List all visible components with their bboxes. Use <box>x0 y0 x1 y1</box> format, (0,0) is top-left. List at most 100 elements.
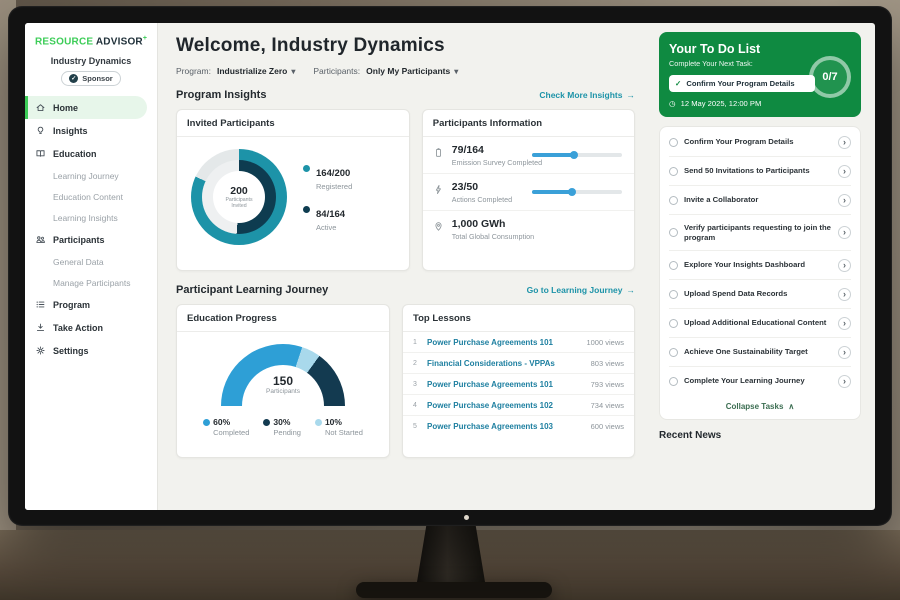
list-icon <box>35 299 46 310</box>
program-filter-label: Program: <box>176 66 211 76</box>
sidebar-item-home[interactable]: Home <box>25 96 147 119</box>
task-checkbox[interactable] <box>669 377 678 386</box>
participants-information-card: Participants Information 79/164 Emission… <box>422 109 635 271</box>
legend-dot-registered <box>303 165 310 172</box>
sidebar-item-take-action[interactable]: Take Action <box>25 316 157 339</box>
recent-news-title: Recent News <box>659 430 861 441</box>
lesson-link[interactable]: Financial Considerations - VPPAs <box>427 359 583 368</box>
stat-row: 1,000 GWh Total Global Consumption <box>423 211 634 247</box>
chevron-right-icon[interactable]: › <box>838 317 851 330</box>
donut-legend: 164/200 Registered 84/164 Active <box>303 163 352 232</box>
task-checkbox[interactable] <box>669 348 678 357</box>
task-item[interactable]: Explore Your Insights Dashboard › <box>669 251 851 280</box>
monitor-stand-base <box>356 582 552 598</box>
sidebar-item-education[interactable]: Education <box>25 142 157 165</box>
book-icon <box>35 148 46 159</box>
arrow-right-icon: → <box>627 90 636 100</box>
monitor-bezel: RESOURCE ADVISOR+ Industry Dynamics ✓ Sp… <box>8 6 892 526</box>
task-item[interactable]: Send 50 Invitations to Participants › <box>669 157 851 186</box>
legend-dot-pending <box>263 419 270 426</box>
app-logo: RESOURCE ADVISOR+ <box>25 33 157 49</box>
home-icon <box>35 102 46 113</box>
chevron-right-icon[interactable]: › <box>838 165 851 178</box>
caret-up-icon: ∧ <box>788 402 794 411</box>
lesson-link[interactable]: Power Purchase Agreements 103 <box>427 422 583 431</box>
program-insights-header: Program Insights Check More Insights → <box>176 89 635 101</box>
education-progress-gauge: 150 Participants <box>221 344 345 408</box>
task-item[interactable]: Upload Spend Data Records › <box>669 280 851 309</box>
lightning-icon <box>433 183 444 196</box>
task-checkbox[interactable] <box>669 290 678 299</box>
chevron-right-icon[interactable]: › <box>838 259 851 272</box>
legend-item: 30% Pending <box>263 417 301 437</box>
arrow-right-icon: → <box>627 285 636 295</box>
task-item[interactable]: Confirm Your Program Details › <box>669 128 851 157</box>
insights-cards-row: Invited Participants 200 Participants In… <box>176 109 635 271</box>
chevron-right-icon[interactable]: › <box>838 288 851 301</box>
chevron-down-icon: ▾ <box>454 67 458 76</box>
sponsor-badge-label: Sponsor <box>82 74 112 83</box>
lesson-link[interactable]: Power Purchase Agreements 101 <box>427 380 583 389</box>
task-checkbox[interactable] <box>669 319 678 328</box>
sidebar-item-learning-insights[interactable]: Learning Insights <box>25 207 157 228</box>
top-lessons-card: Top Lessons 1 Power Purchase Agreements … <box>402 304 635 458</box>
task-checkbox[interactable] <box>669 228 678 237</box>
todo-panel: Your To Do List Complete Your Next Task:… <box>649 23 875 510</box>
chevron-right-icon[interactable]: › <box>838 194 851 207</box>
participants-select[interactable]: Only My Participants ▾ <box>366 66 458 76</box>
gauge-legend: 60% Completed 30% Pending 10% Not Starte… <box>177 417 389 437</box>
lesson-link[interactable]: Power Purchase Agreements 101 <box>427 338 578 347</box>
sidebar-item-manage-participants[interactable]: Manage Participants <box>25 272 157 293</box>
sidebar-item-education-content[interactable]: Education Content <box>25 186 157 207</box>
chevron-down-icon: ▾ <box>291 67 295 76</box>
chevron-right-icon[interactable]: › <box>838 375 851 388</box>
section-title: Participant Learning Journey <box>176 284 328 296</box>
task-item[interactable]: Achieve One Sustainability Target › <box>669 338 851 367</box>
task-item[interactable]: Complete Your Learning Journey › <box>669 367 851 395</box>
collapse-tasks-button[interactable]: Collapse Tasks ∧ <box>669 395 851 418</box>
task-checkbox[interactable] <box>669 196 678 205</box>
chevron-right-icon[interactable]: › <box>838 136 851 149</box>
sidebar-item-insights[interactable]: Insights <box>25 119 157 142</box>
learning-cards-row: Education Progress 150 Participants 60% … <box>176 304 635 458</box>
task-checkbox[interactable] <box>669 138 678 147</box>
legend-item: 10% Not Started <box>315 417 363 437</box>
go-to-learning-journey-link[interactable]: Go to Learning Journey → <box>527 285 635 295</box>
sidebar: RESOURCE ADVISOR+ Industry Dynamics ✓ Sp… <box>25 23 158 510</box>
donut-center-value: 200 <box>230 185 248 197</box>
lesson-link[interactable]: Power Purchase Agreements 102 <box>427 401 583 410</box>
sidebar-item-program[interactable]: Program <box>25 293 157 316</box>
filters-row: Program: Industrialize Zero ▾ Participan… <box>176 66 635 76</box>
lesson-row: 2 Financial Considerations - VPPAs 803 v… <box>403 353 634 374</box>
invited-participants-donut-chart: 200 Participants Invited <box>191 149 287 245</box>
lesson-row: 4 Power Purchase Agreements 102 734 view… <box>403 395 634 416</box>
legend-item: 164/200 Registered <box>303 163 352 191</box>
donut-inner-ring: 200 Participants Invited <box>202 160 276 234</box>
next-task-pill[interactable]: ✓ Confirm Your Program Details <box>669 75 815 92</box>
action-icon <box>35 322 46 333</box>
task-list-card: Confirm Your Program Details › Send 50 I… <box>659 126 861 420</box>
lightbulb-icon <box>35 125 46 136</box>
task-checkbox[interactable] <box>669 261 678 270</box>
task-item[interactable]: Upload Additional Educational Content › <box>669 309 851 338</box>
sidebar-item-settings[interactable]: Settings <box>25 339 157 362</box>
sidebar-item-participants[interactable]: Participants <box>25 228 157 251</box>
todo-progress-ring: 0/7 <box>809 56 851 98</box>
sidebar-item-general-data[interactable]: General Data <box>25 251 157 272</box>
sidebar-item-learning-journey[interactable]: Learning Journey <box>25 165 157 186</box>
chevron-right-icon[interactable]: › <box>838 226 851 239</box>
program-select[interactable]: Industrialize Zero ▾ <box>217 66 295 76</box>
todo-summary-card: Your To Do List Complete Your Next Task:… <box>659 32 861 117</box>
task-item[interactable]: Verify participants requesting to join t… <box>669 215 851 251</box>
task-item[interactable]: Invite a Collaborator › <box>669 186 851 215</box>
legend-dot-active <box>303 206 310 213</box>
task-checkbox[interactable] <box>669 167 678 176</box>
check-more-insights-link[interactable]: Check More Insights → <box>539 90 635 100</box>
sidebar-nav: Home Insights Education Learning Journey… <box>25 96 157 362</box>
progress-bar <box>532 153 622 157</box>
meter-icon <box>433 146 444 159</box>
gauge-center-label: Participants <box>221 388 345 395</box>
chevron-right-icon[interactable]: › <box>838 346 851 359</box>
lesson-row: 1 Power Purchase Agreements 101 1000 vie… <box>403 332 634 353</box>
power-led <box>464 515 469 520</box>
